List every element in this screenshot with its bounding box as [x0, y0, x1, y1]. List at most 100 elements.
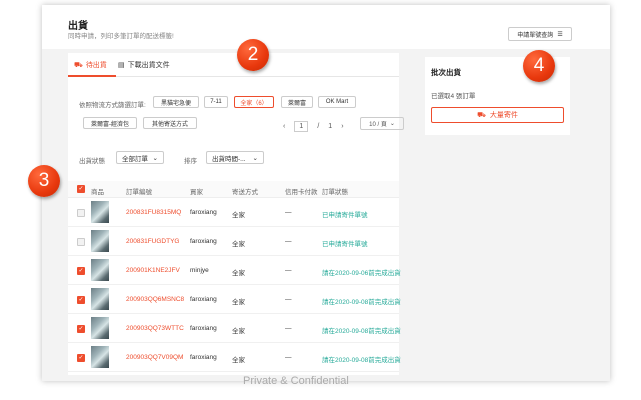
sort-select[interactable]: 出貨時間-... ⌄: [206, 151, 264, 164]
batch-title: 批次出貨: [431, 68, 461, 77]
col-card: 信用卡付款: [285, 189, 318, 196]
ship-method: 全家: [232, 299, 245, 306]
buyer-name: faroxiang: [190, 209, 217, 216]
next-page-icon[interactable]: ›: [341, 123, 343, 130]
order-number[interactable]: 200903QQ6MSNC8: [126, 296, 184, 303]
orders-panel: ⛟ 待出貨 ▤ 下載出貨文件 依照物流方式篩選訂單: 黑貓宅急便 7-11 全家…: [68, 53, 404, 375]
order-status[interactable]: 已申請寄件單號: [322, 209, 368, 219]
buyer-name: faroxiang: [190, 325, 217, 332]
card-payment: —: [285, 325, 292, 332]
buyer-name: faroxiang: [190, 238, 217, 245]
card-payment: —: [285, 296, 292, 303]
confidential-footer: Private & Confidential: [243, 375, 349, 387]
ship-option-hi-life-economy[interactable]: 萊爾富-經濟包: [83, 117, 137, 129]
product-thumbnail: [91, 317, 109, 339]
product-thumbnail: [91, 346, 109, 368]
order-status[interactable]: 請在2020-09-08前完成出貨: [322, 325, 401, 335]
ship-option-hi-life[interactable]: 萊爾富: [281, 96, 313, 108]
step-badge-2: 2: [237, 39, 269, 71]
page-size-select[interactable]: 10 / 頁 ⌄: [360, 117, 404, 130]
table-row: 200831FU8315MQ faroxiang 全家 — 已申請寄件單號: [68, 198, 399, 227]
ship-option-black-cat[interactable]: 黑貓宅急便: [153, 96, 199, 108]
prev-page-icon[interactable]: ‹: [283, 123, 285, 130]
row-checkbox[interactable]: ✓: [77, 267, 85, 275]
card-payment: —: [285, 238, 292, 245]
ship-option-711[interactable]: 7-11: [204, 96, 228, 108]
product-thumbnail: [91, 201, 109, 223]
order-status[interactable]: 請在2020-09-08前完成出貨: [322, 354, 401, 364]
table-row: ✓ 200901K1NE2JFV minjye 全家 — 請在2020-09-06前完成出…: [68, 256, 401, 285]
ship-option-other[interactable]: 其他寄送方式: [143, 117, 197, 129]
page-total: 1: [328, 123, 333, 130]
chevron-down-icon: ⌄: [389, 121, 395, 127]
product-thumbnail: [91, 230, 109, 252]
ship-method: 全家: [232, 328, 245, 335]
status-filter-select[interactable]: 全部訂單 ⌄: [116, 151, 164, 164]
order-number[interactable]: 200903QQ7V09QM: [126, 354, 183, 361]
table-header: ✓ 商品 訂單編號 買家 寄送方式 信用卡付款 訂單狀態: [68, 181, 399, 198]
ship-option-ok-mart[interactable]: OK Mart: [318, 96, 356, 108]
step-badge-3: 3: [28, 165, 60, 197]
col-status: 訂單狀態: [322, 189, 348, 196]
tab-to-ship-label: 待出貨: [85, 62, 107, 69]
chevron-down-icon: ⌄: [152, 154, 158, 162]
table-row: ✓ 200903QQ73WTTC faroxiang 全家 — 請在2020-09-08前…: [68, 314, 401, 343]
bulk-ship-button[interactable]: ⛟ 大量寄件: [431, 107, 564, 123]
selected-count: 已選取4 張訂單: [431, 93, 476, 100]
tracking-query-label: 申請單號查詢: [517, 32, 554, 39]
status-filter-value: 全部訂單: [122, 155, 148, 163]
ship-method: 全家: [232, 241, 245, 248]
select-all-checkbox[interactable]: ✓: [77, 185, 85, 193]
status-filter-label: 出貨狀態: [79, 158, 105, 165]
product-thumbnail: [91, 259, 109, 281]
ship-method: 全家: [232, 357, 245, 364]
product-thumbnail: [91, 288, 109, 310]
sort-value: 出貨時間-...: [212, 155, 246, 163]
order-number[interactable]: 200831FUGDTYG: [126, 238, 179, 245]
truck-icon: ⛟: [74, 61, 83, 69]
active-tab-indicator: [68, 75, 116, 77]
card-payment: —: [285, 267, 292, 274]
page-header: 出貨 同時申請，列印多筆訂單的配送標籤! 申請單號查詢 ☰: [42, 5, 610, 49]
shipping-filter-label: 依照物流方式篩選訂單:: [79, 102, 146, 109]
page-size-value: 10 / 頁: [369, 122, 387, 128]
bulk-ship-label: 大量寄件: [489, 112, 518, 119]
buyer-name: faroxiang: [190, 354, 217, 361]
col-method: 寄送方式: [232, 189, 258, 196]
order-number[interactable]: 200903QQ73WTTC: [126, 325, 184, 332]
ship-option-family-mart[interactable]: 全家（6）: [234, 96, 274, 108]
order-number[interactable]: 200901K1NE2JFV: [126, 267, 180, 274]
card-payment: —: [285, 209, 292, 216]
order-status[interactable]: 請在2020-09-08前完成出貨: [322, 296, 401, 306]
page-input[interactable]: 1: [294, 121, 309, 132]
tracking-query-button[interactable]: 申請單號查詢 ☰: [508, 27, 572, 41]
row-checkbox[interactable]: ✓: [77, 325, 85, 333]
buyer-name: minjye: [190, 267, 209, 274]
card-payment: —: [285, 354, 292, 361]
document-icon: ▤: [118, 62, 125, 69]
tab-to-ship[interactable]: ⛟ 待出貨: [74, 60, 107, 70]
sort-label: 排序: [184, 158, 197, 165]
page-subtitle: 同時申請，列印多筆訂單的配送標籤!: [68, 33, 174, 40]
order-status[interactable]: 請在2020-09-06前完成出貨: [322, 267, 401, 277]
table-row: 200831FUGDTYG faroxiang 全家 — 已申請寄件單號: [68, 227, 399, 256]
row-checkbox[interactable]: ✓: [77, 296, 85, 304]
tab-download-docs[interactable]: ▤ 下載出貨文件: [118, 60, 170, 70]
row-checkbox[interactable]: [77, 238, 85, 246]
truck-icon: ⛟: [477, 111, 486, 119]
ship-method: 全家: [232, 270, 245, 277]
pagination: ‹ 1 / 1 ›: [283, 121, 344, 132]
page-separator: /: [317, 123, 320, 130]
row-checkbox[interactable]: ✓: [77, 354, 85, 362]
menu-icon: ☰: [557, 31, 563, 38]
col-order-no: 訂單編號: [126, 189, 152, 196]
table-row: ✓ 200903QQ6MSNC8 faroxiang 全家 — 請在2020-09-08前…: [68, 285, 401, 314]
row-checkbox[interactable]: [77, 209, 85, 217]
tab-bar: ⛟ 待出貨 ▤ 下載出貨文件: [68, 53, 399, 77]
tab-download-docs-label: 下載出貨文件: [127, 62, 170, 69]
col-buyer: 買家: [190, 189, 203, 196]
chevron-down-icon: ⌄: [252, 154, 258, 162]
order-number[interactable]: 200831FU8315MQ: [126, 209, 181, 216]
col-product: 商品: [91, 189, 104, 196]
order-status[interactable]: 已申請寄件單號: [322, 238, 368, 248]
